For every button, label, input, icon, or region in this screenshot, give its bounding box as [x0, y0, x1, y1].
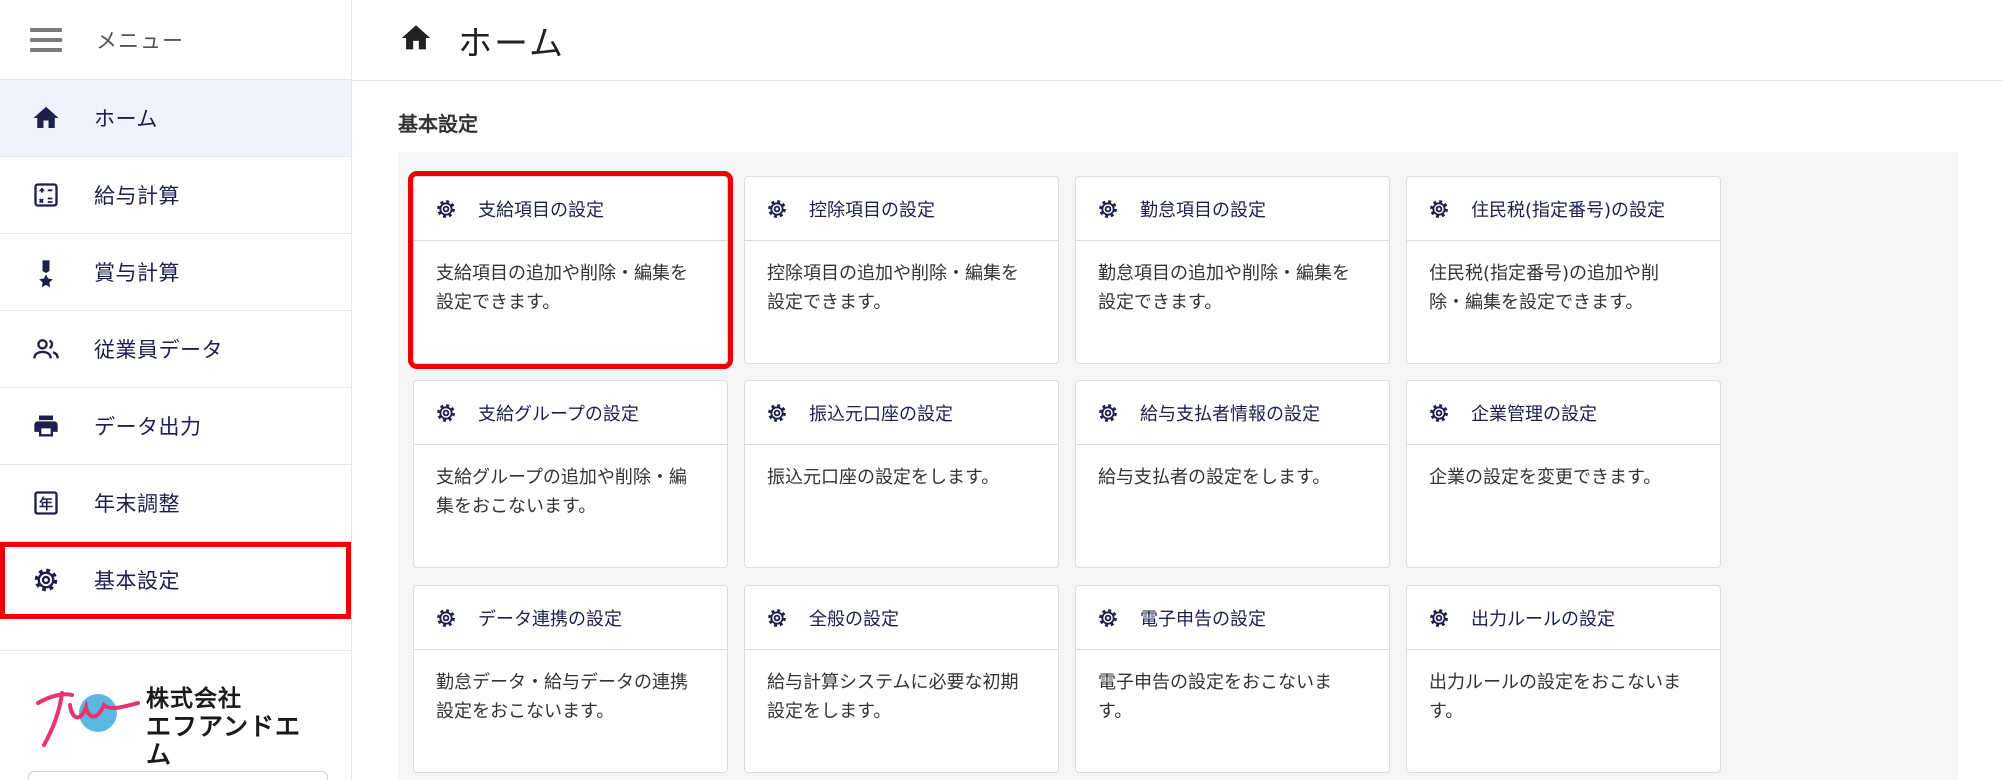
- card-description: 給与計算システムに必要な初期 設定をします。: [767, 672, 1019, 722]
- card-description: 控除項目の追加や削除・編集を 設定できます。: [767, 263, 1019, 313]
- card-header: 支給グループの設定: [414, 381, 727, 445]
- sidebar-item-label: データ出力: [94, 415, 202, 439]
- card-description: 支給グループの追加や削除・編 集をおこないます。: [436, 467, 687, 517]
- card-title: データ連携の設定: [478, 608, 622, 630]
- top-bar: ホーム: [352, 0, 2003, 81]
- gear-icon: [1096, 606, 1120, 630]
- sidebar-item-home[interactable]: ホーム: [0, 80, 351, 157]
- gear-icon: [1096, 401, 1120, 425]
- sidebar-item-label: 年末調整: [94, 492, 180, 516]
- gear-icon: [1096, 197, 1120, 221]
- card-header: 企業管理の設定: [1407, 381, 1720, 445]
- card-description: 企業の設定を変更できます。: [1429, 467, 1662, 488]
- home-icon: [30, 102, 62, 134]
- card-title: 支給項目の設定: [478, 199, 604, 221]
- card-description: 勤怠データ・給与データの連携 設定をおこないます。: [436, 672, 688, 722]
- card-title: 給与支払者情報の設定: [1140, 403, 1320, 425]
- year-calendar-icon: 年: [30, 487, 62, 519]
- card-header: データ連携の設定: [414, 586, 727, 650]
- sidebar-item-label: ホーム: [94, 107, 158, 131]
- sidebar-item-data-output[interactable]: データ出力: [0, 388, 351, 465]
- settings-card-payer-info[interactable]: 給与支払者情報の設定 給与支払者の設定をします。: [1075, 380, 1390, 568]
- card-title: 振込元口座の設定: [809, 403, 953, 425]
- card-description: 出力ルールの設定をおこないま す。: [1429, 672, 1681, 722]
- sidebar: メニュー ホーム 給与計算 賞与計算 従業員データ データ出力 年 年末調整 基…: [0, 0, 352, 780]
- printer-icon: [30, 410, 62, 442]
- settings-card-data-integration[interactable]: データ連携の設定 勤怠データ・給与データの連携 設定をおこないます。: [413, 585, 728, 773]
- gear-icon: [1427, 197, 1451, 221]
- card-title: 支給グループの設定: [478, 403, 639, 425]
- menu-toggle[interactable]: メニュー: [0, 0, 351, 80]
- company-logo: 株式会社 エフアンドエム: [34, 683, 324, 769]
- svg-text:年: 年: [39, 496, 53, 513]
- gear-icon: [1427, 606, 1451, 630]
- card-header: 支給項目の設定: [414, 177, 727, 241]
- card-description: 振込元口座の設定をします。: [767, 467, 1000, 488]
- gear-icon: [434, 401, 458, 425]
- card-title: 電子申告の設定: [1140, 608, 1266, 630]
- settings-card-company-management[interactable]: 企業管理の設定 企業の設定を変更できます。: [1406, 380, 1721, 568]
- card-title: 控除項目の設定: [809, 199, 935, 221]
- card-header: 控除項目の設定: [745, 177, 1058, 241]
- sidebar-item-year-end[interactable]: 年 年末調整: [0, 465, 351, 542]
- card-header: 全般の設定: [745, 586, 1058, 650]
- people-icon: [30, 333, 62, 365]
- gear-icon: [434, 197, 458, 221]
- card-description: 給与支払者の設定をします。: [1098, 467, 1331, 488]
- card-description: 住民税(指定番号)の追加や削 除・編集を設定できます。: [1429, 263, 1660, 313]
- card-header: 振込元口座の設定: [745, 381, 1058, 445]
- settings-card-attendance-items[interactable]: 勤怠項目の設定 勤怠項目の追加や削除・編集を 設定できます。: [1075, 176, 1390, 364]
- sidebar-item-bonus-calc[interactable]: 賞与計算: [0, 234, 351, 311]
- medal-icon: [30, 256, 62, 288]
- settings-card-payment-group[interactable]: 支給グループの設定 支給グループの追加や削除・編 集をおこないます。: [413, 380, 728, 568]
- settings-card-general[interactable]: 全般の設定 給与計算システムに必要な初期 設定をします。: [744, 585, 1059, 773]
- card-header: 出力ルールの設定: [1407, 586, 1720, 650]
- gear-icon: [765, 606, 789, 630]
- card-header: 給与支払者情報の設定: [1076, 381, 1389, 445]
- page-title: ホーム: [458, 23, 565, 64]
- card-header: 勤怠項目の設定: [1076, 177, 1389, 241]
- gear-icon: [765, 197, 789, 221]
- sidebar-item-label: 賞与計算: [94, 261, 180, 285]
- card-title: 出力ルールの設定: [1471, 608, 1615, 630]
- card-description: 勤怠項目の追加や削除・編集を 設定できます。: [1098, 263, 1350, 313]
- section-title: 基本設定: [398, 112, 478, 136]
- logo-line-2: エフアンドエム: [146, 712, 302, 769]
- settings-card-output-rules[interactable]: 出力ルールの設定 出力ルールの設定をおこないま す。: [1406, 585, 1721, 773]
- logo-bottom-box: [28, 771, 328, 780]
- settings-card-e-filing[interactable]: 電子申告の設定 電子申告の設定をおこないま す。: [1075, 585, 1390, 773]
- sidebar-item-label: 給与計算: [94, 184, 180, 208]
- settings-card-transfer-account[interactable]: 振込元口座の設定 振込元口座の設定をします。: [744, 380, 1059, 568]
- calculator-icon: [30, 179, 62, 211]
- card-header: 住民税(指定番号)の設定: [1407, 177, 1720, 241]
- hamburger-icon[interactable]: [30, 27, 62, 52]
- settings-card-payment-items[interactable]: 支給項目の設定 支給項目の追加や削除・編集を 設定できます。: [408, 171, 733, 369]
- card-header: 電子申告の設定: [1076, 586, 1389, 650]
- card-title: 企業管理の設定: [1471, 403, 1597, 425]
- sidebar-item-salary-calc[interactable]: 給与計算: [0, 157, 351, 234]
- settings-card-resident-tax[interactable]: 住民税(指定番号)の設定 住民税(指定番号)の追加や削 除・編集を設定できます。: [1406, 176, 1721, 364]
- sidebar-item-basic-settings[interactable]: 基本設定: [0, 542, 351, 619]
- sidebar-item-label: 基本設定: [94, 569, 180, 593]
- card-title: 全般の設定: [809, 608, 899, 630]
- sidebar-item-employee-data[interactable]: 従業員データ: [0, 311, 351, 388]
- menu-label: メニュー: [96, 28, 184, 53]
- gear-icon: [765, 401, 789, 425]
- settings-card-deduction-items[interactable]: 控除項目の設定 控除項目の追加や削除・編集を 設定できます。: [744, 176, 1059, 364]
- card-title: 勤怠項目の設定: [1140, 199, 1266, 221]
- card-description: 支給項目の追加や削除・編集を 設定できます。: [436, 263, 688, 313]
- sidebar-item-label: 従業員データ: [94, 338, 223, 362]
- gear-icon: [1427, 401, 1451, 425]
- logo-line-1: 株式会社: [146, 686, 242, 712]
- card-description: 電子申告の設定をおこないま す。: [1098, 672, 1332, 722]
- card-title: 住民税(指定番号)の設定: [1471, 199, 1666, 221]
- gear-icon: [30, 564, 62, 596]
- home-icon: [398, 21, 434, 59]
- gear-icon: [434, 606, 458, 630]
- logo-area: 株式会社 エフアンドエム: [0, 650, 352, 780]
